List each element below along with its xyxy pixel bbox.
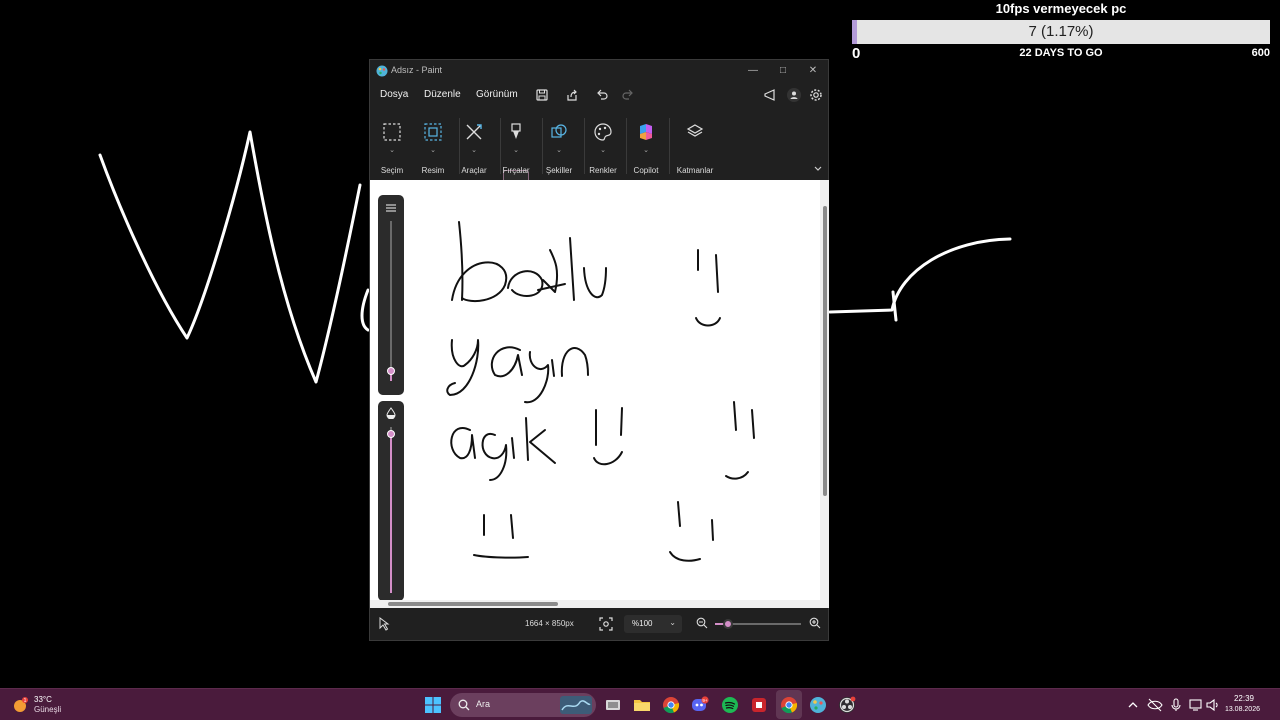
chevron-down-icon: ⌄ — [430, 147, 436, 154]
weather-temperature: 33°C — [34, 695, 52, 704]
selection-icon — [383, 123, 401, 141]
account-icon[interactable] — [786, 87, 802, 103]
red-app-icon[interactable] — [750, 696, 768, 714]
chevron-down-icon: ⌄ — [556, 147, 562, 154]
cursor-position-icon — [379, 617, 390, 631]
layers-label: Katmanlar — [676, 166, 714, 175]
discord-notification-badge: 9+ — [702, 698, 708, 703]
layers-icon — [686, 124, 704, 137]
goal-progress-bar: 7 (1.17%) — [852, 20, 1270, 44]
window-title: Adsız - Paint — [391, 65, 443, 75]
desktop: 10fps vermeyecek pc 7 (1.17%) 0 22 DAYS … — [0, 0, 1280, 720]
feedback-icon[interactable] — [762, 87, 778, 103]
chevron-down-icon: ⌄ — [389, 147, 395, 154]
shapes-icon — [551, 124, 567, 138]
paint-app-icon — [376, 65, 388, 77]
chevron-down-icon: ⌄ — [643, 147, 649, 154]
share-icon[interactable] — [564, 87, 580, 103]
goal-remaining: 22 DAYS TO GO — [1019, 47, 1103, 59]
settings-gear-icon[interactable] — [808, 87, 824, 103]
opacity-track-fill — [390, 433, 392, 593]
brush-size-icon — [386, 204, 396, 212]
zoom-value: %100 — [632, 619, 653, 628]
windows-start-icon[interactable] — [424, 696, 442, 714]
taskbar-search[interactable]: Ara — [450, 693, 596, 717]
chrome-profile-icon[interactable] — [780, 696, 798, 714]
horizontal-scroll-thumb[interactable] — [388, 602, 558, 606]
weather-description: Güneşli — [34, 705, 62, 714]
menu-edit[interactable]: Düzenle — [424, 89, 461, 100]
goal-count: 7 (1.17%) — [1028, 23, 1094, 40]
size-track — [390, 221, 392, 381]
fit-to-window-icon[interactable] — [599, 617, 613, 631]
chevron-down-icon: ⌄ — [669, 618, 676, 627]
menu-view[interactable]: Görünüm — [476, 89, 518, 100]
chrome-icon[interactable] — [662, 696, 680, 714]
search-icon — [458, 699, 470, 711]
microphone-icon[interactable] — [1167, 696, 1185, 714]
eye-off-icon[interactable] — [1146, 696, 1164, 714]
opacity-slider-knob[interactable] — [387, 429, 395, 438]
canvas-dimensions: 1664 × 850px — [525, 619, 574, 628]
show-hidden-icons-chevron-icon[interactable] — [1124, 696, 1142, 714]
title-bar[interactable]: Adsız - Paint — □ ✕ — [370, 60, 828, 82]
ribbon: ⌄ Seçim ⌄ Resim ⌄ Araçlar ⌄ Fırçalar ⌄ Ş… — [370, 110, 828, 204]
search-placeholder: Ara — [476, 699, 491, 709]
pencil-eraser-icon — [466, 124, 482, 140]
zoom-slider[interactable] — [715, 619, 801, 629]
menu-bar: Dosya Düzenle Görünüm — [370, 84, 828, 106]
image-crop-icon — [424, 123, 442, 141]
maximize-button[interactable]: □ — [773, 63, 793, 79]
volume-icon[interactable] — [1204, 696, 1222, 714]
discord-icon[interactable]: 9+ — [691, 696, 709, 714]
zoom-in-icon[interactable] — [809, 617, 821, 629]
drawing-canvas[interactable] — [370, 180, 820, 608]
goal-max: 600 — [1251, 47, 1270, 59]
brush-icon — [511, 123, 521, 139]
goal-title: 10fps vermeyecek pc — [995, 1, 1127, 16]
brush-size-slider[interactable] — [378, 195, 404, 395]
canvas-area[interactable] — [370, 180, 829, 608]
taskbar: 1 33°C Güneşli Ara 9+ 22:39 13.08.2026 — [0, 688, 1280, 720]
chevron-down-icon: ⌄ — [471, 147, 477, 154]
size-slider-knob[interactable] — [387, 367, 395, 376]
save-icon[interactable] — [534, 87, 550, 103]
redo-icon[interactable] — [620, 87, 636, 103]
spotify-icon[interactable] — [721, 696, 739, 714]
task-view-icon[interactable] — [604, 696, 622, 714]
search-highlight-art-icon — [560, 696, 592, 714]
chevron-down-icon: ⌄ — [600, 147, 606, 154]
palette-icon — [594, 123, 612, 141]
chevron-down-icon: ⌄ — [513, 147, 519, 154]
minimize-button[interactable]: — — [743, 63, 763, 79]
clock-time[interactable]: 22:39 — [1234, 694, 1254, 703]
ribbon-collapse-chevron-icon[interactable] — [813, 164, 823, 174]
network-icon[interactable] — [1187, 696, 1205, 714]
opacity-drop-icon — [386, 407, 396, 419]
paint-window: Adsız - Paint — □ ✕ Dosya Düzenle Görünü… — [369, 59, 829, 641]
layers-tool[interactable]: Katmanlar — [675, 118, 715, 178]
zoom-slider-knob[interactable] — [722, 619, 733, 629]
clock-date[interactable]: 13.08.2026 — [1225, 706, 1260, 713]
opacity-slider[interactable] — [378, 401, 404, 601]
copilot-tool[interactable]: ⌄ Copilot — [626, 118, 666, 178]
zoom-out-icon[interactable] — [696, 617, 708, 629]
weather-badge: 1 — [24, 698, 27, 704]
menu-file[interactable]: Dosya — [380, 89, 408, 100]
paint-taskbar-icon[interactable] — [809, 696, 827, 714]
donation-goal-widget: 10fps vermeyecek pc 7 (1.17%) 0 22 DAYS … — [852, 0, 1270, 62]
horizontal-scrollbar[interactable] — [370, 600, 829, 608]
vertical-scroll-thumb[interactable] — [823, 206, 827, 496]
close-button[interactable]: ✕ — [803, 63, 823, 79]
sun-weather-icon: 1 — [14, 697, 28, 712]
file-explorer-icon[interactable] — [633, 696, 651, 714]
obs-icon[interactable] — [838, 696, 856, 714]
vertical-scrollbar[interactable] — [820, 180, 829, 608]
undo-icon[interactable] — [594, 87, 610, 103]
copilot-icon — [640, 124, 652, 140]
status-bar: 1664 × 850px %100 ⌄ — [370, 608, 828, 640]
zoom-dropdown[interactable]: %100 ⌄ — [624, 615, 682, 633]
